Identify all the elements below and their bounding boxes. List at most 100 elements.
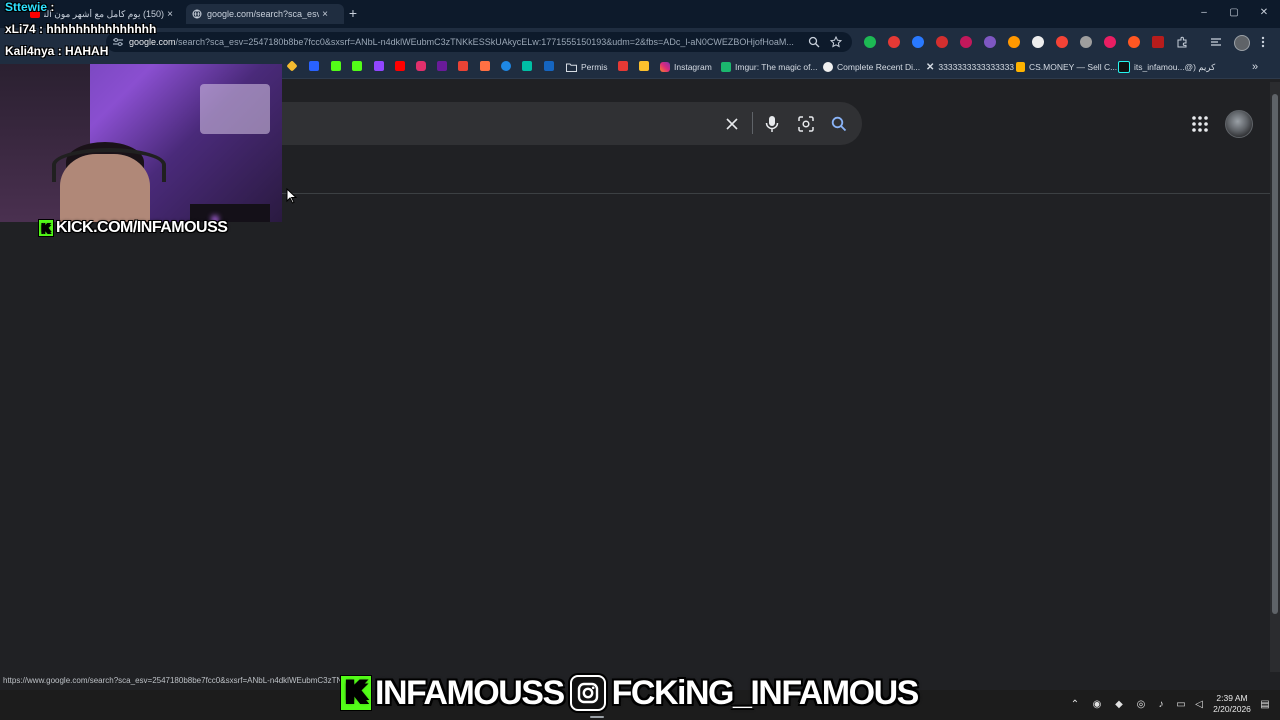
tray-overflow-icon[interactable]: ⌃ — [1068, 698, 1082, 712]
google-account-avatar[interactable] — [1225, 110, 1253, 138]
network-icon[interactable]: ▭ — [1174, 698, 1188, 712]
voice-search-button[interactable] — [760, 112, 784, 136]
google-apps-icon[interactable] — [1190, 114, 1210, 134]
bookmark-icon[interactable] — [437, 61, 447, 71]
tiktok-icon — [1118, 61, 1130, 73]
tray-app-icon[interactable]: ◎ — [1134, 698, 1148, 712]
tab-close-icon[interactable]: × — [164, 9, 176, 20]
lens-search-button[interactable] — [794, 112, 818, 136]
taskbar-active-indicator — [590, 716, 604, 718]
kick-logo-icon: K — [340, 675, 372, 711]
x-icon: ✕ — [926, 61, 935, 73]
close-window-button[interactable]: ✕ — [1256, 6, 1272, 20]
extension-icon[interactable] — [1056, 36, 1068, 48]
extension-icon[interactable] — [1080, 36, 1092, 48]
youtube-icon[interactable] — [395, 61, 405, 71]
link-status-bar: https://www.google.com/search?sca_esv=25… — [0, 674, 346, 688]
extension-icon[interactable] — [1008, 36, 1020, 48]
chat-text: HAHAH — [65, 44, 109, 58]
bookmark-permis[interactable]: Permis — [566, 60, 607, 74]
bookmark-instagram[interactable]: Instagram — [660, 60, 712, 74]
tray-app-icon[interactable]: ◉ — [1090, 698, 1104, 712]
bookmark-icon[interactable] — [522, 61, 532, 71]
notification-icon[interactable]: ▤ — [1258, 698, 1272, 712]
mic-icon — [765, 116, 779, 132]
bookmark-imgur[interactable]: Imgur: The magic of... — [721, 60, 818, 74]
instagram-icon — [569, 675, 606, 711]
extension-icon[interactable] — [1104, 36, 1116, 48]
minimize-button[interactable]: – — [1196, 6, 1212, 20]
extension-icon[interactable] — [1032, 36, 1044, 48]
close-icon — [726, 118, 738, 130]
webcam-light — [200, 84, 270, 134]
bookmark-github[interactable]: Complete Recent Di... — [823, 60, 920, 74]
bookmark-x[interactable]: ✕ 3333333333333333 — [926, 60, 1014, 74]
chat-username: Kali4nya — [5, 44, 55, 58]
maximize-button[interactable]: ▢ — [1226, 6, 1242, 20]
extension-icon[interactable] — [912, 36, 924, 48]
tab-google-search[interactable]: google.com/search?sca_esv=25 × — [186, 4, 344, 24]
scrollbar-thumb[interactable] — [1272, 94, 1278, 614]
url-path: /search?sca_esv=2547180b8be7fcc0&sxsrf=A… — [175, 37, 794, 47]
kick-logo-icon: K — [38, 219, 54, 237]
bookmark-label: Permis — [581, 62, 608, 72]
bookmark-csmoney[interactable]: CS.MONEY — Sell C... — [1016, 60, 1117, 74]
chat-message: Kali4nya : HAHAH — [5, 44, 109, 58]
url-host: google.com — [129, 37, 176, 47]
zoom-icon[interactable] — [808, 36, 820, 48]
more-bookmarks-button[interactable]: » — [1252, 60, 1258, 74]
extension-icon[interactable] — [888, 36, 900, 48]
more-menu-icon[interactable] — [1260, 36, 1266, 48]
taskbar-clock[interactable]: 2:39 AM 2/20/2026 — [1204, 693, 1260, 715]
extension-icon[interactable] — [936, 36, 948, 48]
extension-icon[interactable] — [1128, 36, 1140, 48]
chat-message: Sttewie : — [5, 0, 55, 14]
github-icon — [823, 62, 833, 72]
bookmark-icon[interactable] — [309, 61, 319, 71]
mic-tray-icon[interactable]: ♪ — [1154, 698, 1168, 712]
messenger-icon[interactable] — [501, 61, 511, 71]
stream-banner: K INFAMOUSS FCKiNG_INFAMOUS — [340, 672, 919, 714]
kick-icon[interactable] — [352, 61, 362, 71]
imgur-icon — [721, 62, 731, 72]
chat-text: hhhhhhhhhhhhhhh — [46, 22, 157, 36]
bookmark-label: Complete Recent Di... — [837, 62, 921, 72]
bookmark-icon[interactable] — [618, 61, 628, 71]
bookmark-tiktok[interactable]: its_infamou...@) كريم — [1118, 60, 1215, 74]
search-button[interactable] — [827, 112, 851, 136]
instagram-icon — [660, 62, 670, 72]
bookmark-label: 3333333333333333 — [938, 62, 1015, 72]
url-text[interactable]: google.com/search?sca_esv=2547180b8be7fc… — [129, 34, 801, 50]
kick-icon[interactable] — [331, 61, 341, 71]
reading-list-icon[interactable] — [1210, 36, 1222, 48]
instagram-icon[interactable] — [416, 61, 426, 71]
bookmark-label: its_infamou...@) كريم — [1134, 61, 1216, 72]
twitch-icon[interactable] — [374, 61, 384, 71]
chat-username: xLi74 — [5, 22, 36, 36]
bookmark-icon[interactable] — [544, 61, 554, 71]
gmail-icon[interactable] — [458, 61, 468, 71]
extension-icon[interactable] — [1152, 36, 1164, 48]
site-settings-icon[interactable] — [112, 37, 124, 47]
chat-username: Sttewie — [5, 0, 48, 14]
bookmark-star-icon[interactable] — [830, 36, 842, 48]
results-divider — [282, 193, 1270, 194]
webcam-kick-label: K KICK.COM/INFAMOUSS — [38, 218, 228, 238]
tab-title: google.com/search?sca_esv=25 — [207, 9, 319, 19]
bookmark-icon[interactable] — [480, 61, 490, 71]
extensions-puzzle-icon[interactable] — [1176, 36, 1188, 48]
discord-icon[interactable]: ◆ — [1112, 698, 1126, 712]
chat-message: xLi74 : hhhhhhhhhhhhhhh — [5, 22, 157, 36]
chart-icon[interactable] — [639, 61, 649, 71]
new-tab-button[interactable]: + — [346, 5, 360, 21]
banner-kick-handle: INFAMOUSS — [375, 673, 565, 712]
tab-close-icon[interactable]: × — [319, 9, 331, 20]
bookmark-label: CS.MONEY — Sell C... — [1029, 62, 1118, 72]
extension-icon[interactable] — [984, 36, 996, 48]
clock-date: 2/20/2026 — [1213, 704, 1251, 714]
extension-icon[interactable] — [864, 36, 876, 48]
extension-icon[interactable] — [960, 36, 972, 48]
clear-search-button[interactable] — [720, 112, 744, 136]
profile-avatar[interactable] — [1234, 35, 1250, 51]
bookmark-label: Imgur: The magic of... — [735, 62, 818, 72]
